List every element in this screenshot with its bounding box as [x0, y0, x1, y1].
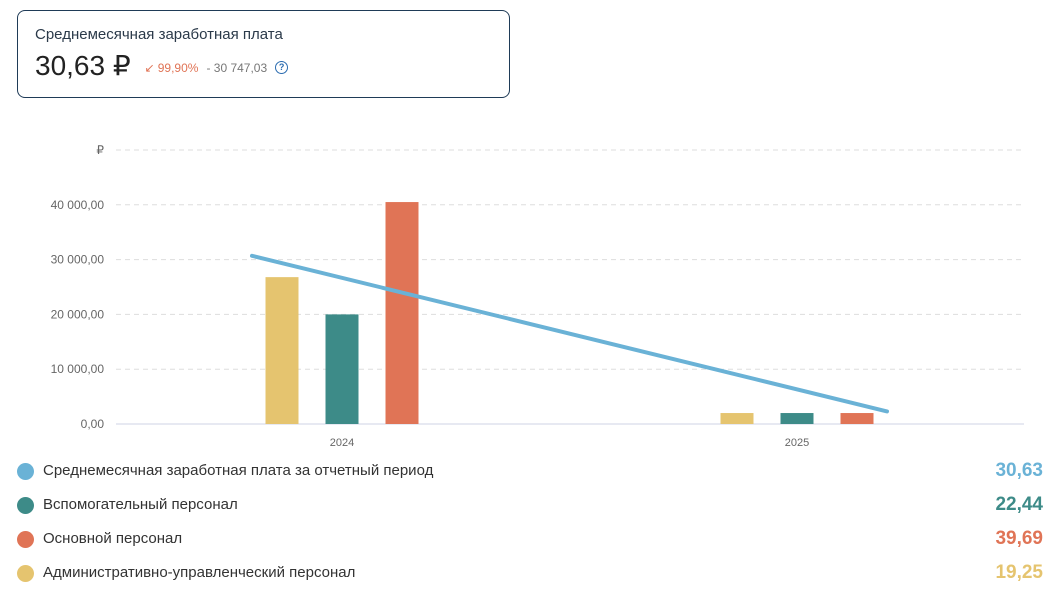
legend-label: Среднемесячная заработная плата за отчет…: [43, 462, 434, 479]
legend-label: Основной персонал: [43, 530, 183, 547]
labels-layer: 0,00 10 000,00 20 000,00 30 000,00 40 000,00…: [51, 143, 810, 449]
y-tick-label: 40 000,00: [51, 198, 105, 212]
kpi-row: 30,63 ₽ ↙ 99,90% - 30 747,03 ?: [35, 49, 289, 82]
legend-item[interactable]: Вспомогательный персонал 22,44: [17, 490, 1043, 524]
kpi-delta-pct: 99,90%: [157, 60, 199, 75]
grid-layer: [116, 149, 1024, 425]
bar: [265, 277, 299, 424]
help-icon[interactable]: ?: [275, 61, 289, 74]
bars-layer: [265, 202, 874, 424]
bar: [325, 314, 359, 424]
legend-value: 19,25: [995, 562, 1043, 583]
legend-dot: [17, 497, 34, 514]
legend-item[interactable]: Основной персонал 39,69: [17, 524, 1043, 558]
x-tick-label: 2024: [330, 437, 354, 449]
y-tick-label: ₽: [96, 143, 104, 157]
legend-dot: [17, 531, 34, 548]
y-tick-label: 30 000,00: [51, 253, 105, 267]
legend: Среднемесячная заработная плата за отчет…: [17, 456, 1043, 592]
arrow-down-left-icon: ↙: [144, 60, 155, 75]
legend-value: 22,44: [995, 494, 1043, 515]
y-tick-label: 0,00: [81, 417, 105, 431]
legend-item[interactable]: Административно-управленческий персонал …: [17, 558, 1043, 592]
kpi-card: Среднемесячная заработная плата 30,63 ₽ …: [17, 10, 510, 98]
bar-line-chart: 0,00 10 000,00 20 000,00 30 000,00 40 000,00…: [51, 143, 1024, 449]
bar: [385, 202, 419, 424]
legend-value: 30,63: [995, 460, 1043, 481]
legend-item[interactable]: Среднемесячная заработная плата за отчет…: [17, 456, 1043, 490]
y-tick-label: 10 000,00: [51, 362, 105, 376]
kpi-title: Среднемесячная заработная плата: [35, 26, 283, 43]
kpi-delta-abs: - 30 747,03: [206, 60, 268, 75]
legend-value: 39,69: [995, 528, 1043, 549]
x-tick-label: 2025: [785, 437, 809, 449]
y-tick-label: 20 000,00: [51, 307, 105, 321]
kpi-delta: ↙ 99,90%: [145, 61, 199, 75]
bar: [720, 413, 754, 424]
legend-dot: [17, 463, 34, 480]
legend-label: Вспомогательный персонал: [43, 496, 238, 513]
legend-dot: [17, 565, 34, 582]
bar: [780, 413, 814, 424]
legend-label: Административно-управленческий персонал: [43, 564, 356, 581]
bar: [840, 413, 874, 424]
kpi-value: 30,63 ₽: [35, 50, 131, 81]
